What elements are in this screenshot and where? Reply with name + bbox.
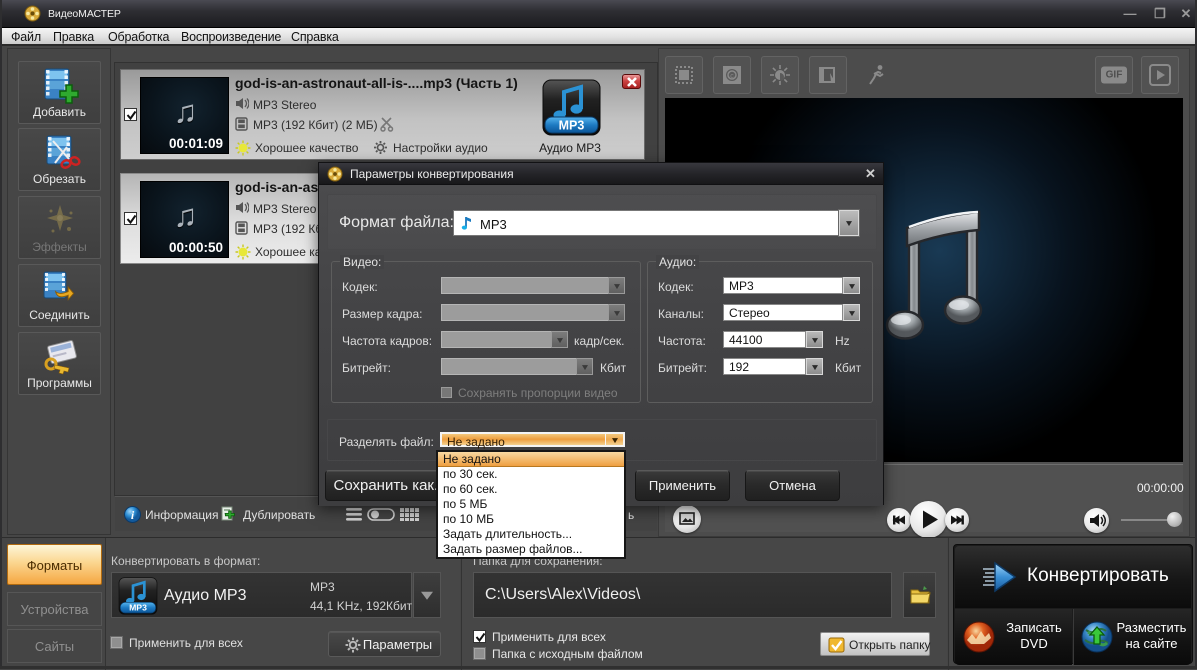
svg-text:MP3: MP3 — [559, 119, 585, 133]
svg-text:MP3: MP3 — [129, 603, 147, 613]
svg-text:c: c — [730, 73, 734, 80]
